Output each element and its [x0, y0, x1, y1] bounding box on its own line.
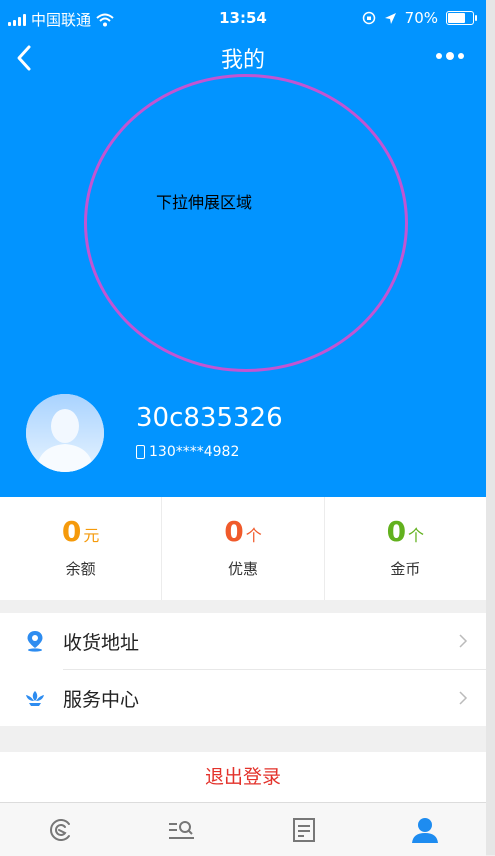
stat-coins[interactable]: 0个 金币 — [323, 497, 486, 600]
stats-bar: 0元 余额 0个 优惠 0个 金币 — [0, 497, 486, 600]
stat-balance[interactable]: 0元 余额 — [0, 497, 161, 600]
phone-number: 130****4982 — [149, 444, 240, 460]
stat-coupons[interactable]: 0个 优惠 — [161, 497, 323, 600]
search-list-icon — [169, 820, 195, 839]
phone-icon — [136, 445, 145, 459]
phone-number-row: 130****4982 — [136, 444, 239, 460]
location-arrow-icon — [384, 12, 396, 24]
home-logo-icon — [49, 818, 70, 841]
username: 30c835326 — [136, 403, 283, 433]
tab-bar — [0, 802, 486, 856]
pull-area-label: 下拉伸展区域 — [156, 193, 253, 212]
screen-edge — [486, 0, 495, 855]
orders-icon — [292, 817, 315, 842]
service-lotus-icon — [26, 691, 44, 706]
menu-item-service-center[interactable]: 服务中心 — [0, 670, 486, 726]
logout-button[interactable]: 退出登录 — [0, 752, 486, 802]
menu-item-address[interactable]: 收货地址 — [0, 613, 486, 670]
stat-value: 0个 — [224, 515, 262, 548]
status-bar: 中国联通 13:54 70% — [0, 0, 486, 36]
stat-label: 优惠 — [227, 560, 258, 578]
profile-icon — [412, 817, 439, 843]
tab-search[interactable] — [122, 803, 244, 856]
tab-profile[interactable] — [365, 803, 487, 856]
stat-label: 余额 — [65, 560, 96, 578]
chevron-right-icon — [459, 691, 468, 705]
settings-menu: 收货地址 服务中心 — [0, 613, 486, 726]
location-pin-icon — [27, 631, 43, 652]
stat-value: 0个 — [386, 515, 425, 548]
tab-orders[interactable] — [243, 803, 365, 856]
tab-home[interactable] — [0, 803, 122, 856]
more-dots-icon[interactable] — [436, 52, 464, 60]
battery-icon — [446, 11, 477, 25]
battery-percent: 70% — [404, 9, 438, 27]
menu-item-label: 服务中心 — [63, 688, 140, 711]
avatar[interactable] — [26, 394, 104, 472]
stat-value: 0元 — [61, 515, 100, 548]
page-title: 我的 — [220, 48, 265, 73]
chevron-right-icon — [459, 634, 468, 648]
avatar-placeholder-icon — [26, 394, 104, 472]
menu-item-label: 收货地址 — [63, 631, 140, 654]
rotation-lock-icon — [362, 11, 375, 25]
pull-area-outline — [84, 74, 408, 372]
stat-label: 金币 — [390, 560, 421, 578]
